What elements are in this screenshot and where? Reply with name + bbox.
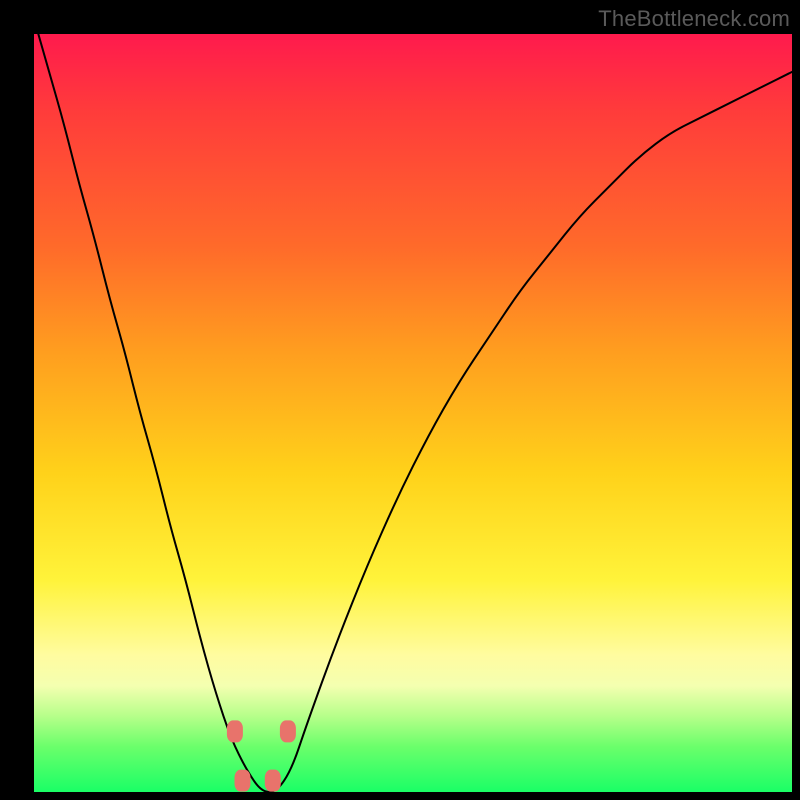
chart-frame: TheBottleneck.com xyxy=(0,0,800,800)
chart-plot-area xyxy=(34,34,792,792)
curve-markers xyxy=(227,720,296,791)
bottleneck-curve-path xyxy=(34,19,792,792)
curve-marker xyxy=(235,770,251,792)
curve-marker xyxy=(265,770,281,792)
watermark-text: TheBottleneck.com xyxy=(598,6,790,32)
bottleneck-curve-svg xyxy=(34,34,792,792)
curve-marker xyxy=(280,720,296,742)
curve-marker xyxy=(227,720,243,742)
